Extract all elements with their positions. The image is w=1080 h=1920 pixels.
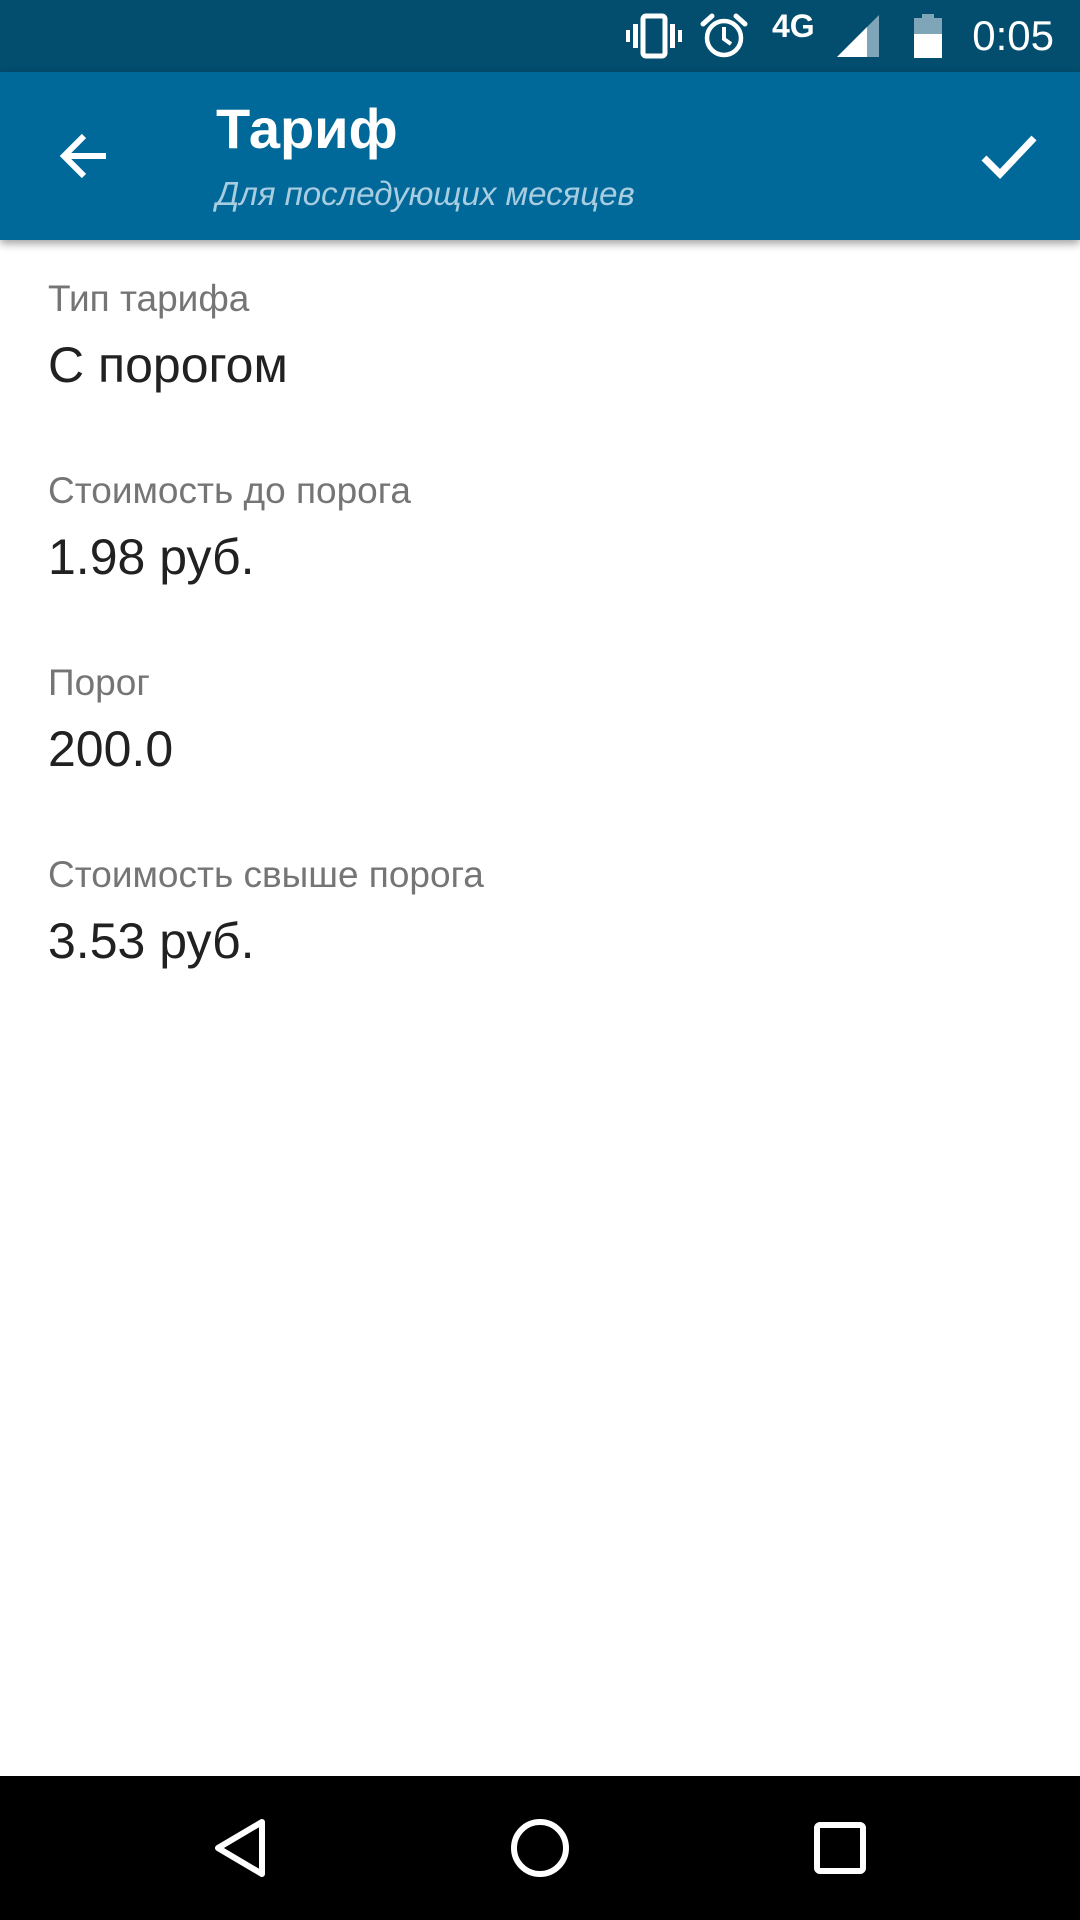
back-button[interactable] — [36, 108, 132, 204]
arrow-back-icon — [59, 133, 106, 179]
settings-list: Тип тарифа С порогом Стоимость до порога… — [0, 240, 1080, 1776]
setting-label: Тип тарифа — [48, 278, 250, 319]
nav-recents-button[interactable] — [780, 1800, 900, 1896]
alarm-icon — [698, 0, 750, 72]
setting-label: Стоимость свыше порога — [48, 854, 484, 895]
nav-back-button[interactable] — [180, 1800, 300, 1896]
check-icon — [981, 135, 1037, 180]
nav-back-icon — [215, 1819, 265, 1877]
setting-price-above-threshold[interactable]: Стоимость свыше порога 3.53 руб. — [0, 816, 1080, 1008]
navigation-bar — [0, 1776, 1080, 1920]
setting-value: 3.53 руб. — [48, 913, 255, 969]
status-time: 0:05 — [972, 12, 1054, 59]
confirm-button[interactable] — [960, 108, 1056, 204]
setting-value: 200.0 — [48, 721, 174, 777]
vibrate-icon — [624, 0, 684, 72]
nav-recents-icon — [814, 1822, 866, 1874]
setting-price-below-threshold[interactable]: Стоимость до порога 1.98 руб. — [0, 432, 1080, 624]
battery-icon — [908, 0, 948, 72]
status-bar: 4G 0:05 — [0, 0, 1080, 72]
setting-value: С порогом — [48, 337, 288, 393]
page-title: Тариф — [216, 97, 398, 160]
nav-home-button[interactable] — [480, 1800, 600, 1896]
app-bar: Тариф Для последующих месяцев — [0, 72, 1080, 240]
setting-value: 1.98 руб. — [48, 529, 255, 585]
setting-tariff-type[interactable]: Тип тарифа С порогом — [0, 240, 1080, 432]
network-type-label: 4G — [772, 8, 815, 44]
setting-label: Порог — [48, 662, 150, 703]
setting-threshold[interactable]: Порог 200.0 — [0, 624, 1080, 816]
nav-home-icon — [511, 1819, 569, 1877]
signal-icon — [834, 0, 882, 72]
page-subtitle: Для последующих месяцев — [216, 175, 635, 212]
setting-label: Стоимость до порога — [48, 470, 411, 511]
